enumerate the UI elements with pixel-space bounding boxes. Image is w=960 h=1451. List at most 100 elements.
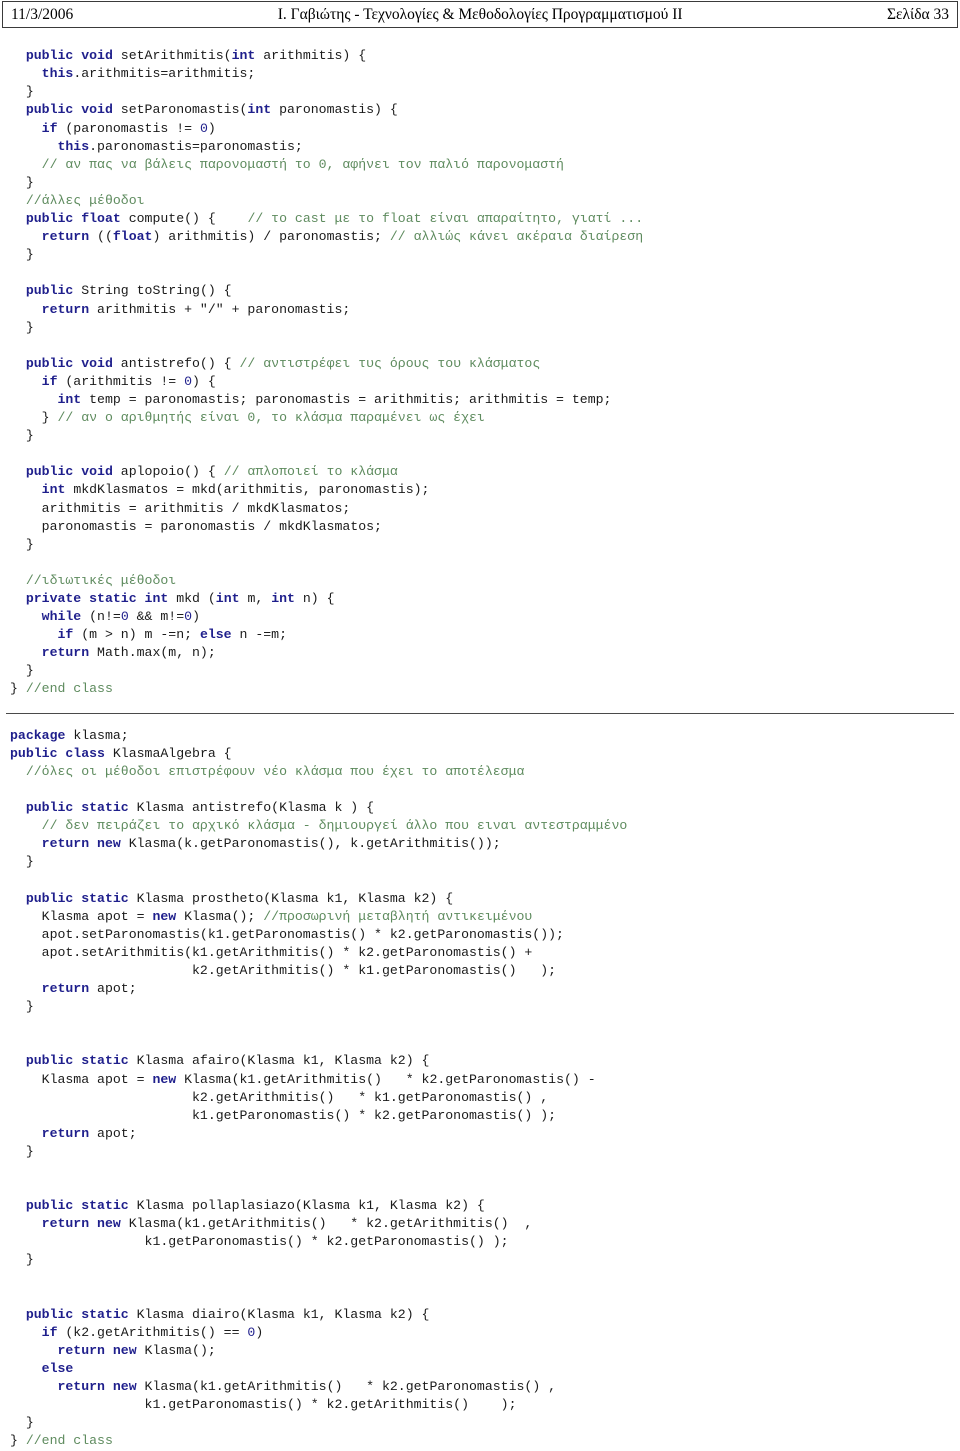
code-token-kw: return bbox=[41, 1125, 90, 1141]
code-token-pl: } bbox=[10, 1415, 34, 1431]
code-line: } bbox=[10, 246, 960, 264]
code-line: if (paronomastis != 0) bbox=[10, 120, 960, 138]
code-line: } //end class bbox=[10, 680, 960, 698]
code-token-cm: //ιδιωτικές μέθοδοι bbox=[25, 572, 177, 588]
code-token-pl: Klasma apot = bbox=[10, 908, 153, 924]
code-token-pl: antistrefo() { bbox=[120, 355, 240, 371]
code-token-cm: // δεν πειράζει το αρχικό κλάσμα - δημιο… bbox=[41, 818, 628, 834]
code-token-pl: Klasma pollaplasiazo(Klasma k1, Klasma k… bbox=[136, 1198, 485, 1214]
header-title: Ι. Γαβιώτης - Τεχνολογίες & Μεθοδολογίες… bbox=[277, 5, 683, 23]
block-separator bbox=[6, 712, 954, 714]
code-token-kw: public void bbox=[25, 102, 121, 118]
code-token-pl: apot.setParonomastis(k1.getParonomastis(… bbox=[10, 926, 564, 942]
code-line: k2.getArithmitis() * k1.getParonomastis(… bbox=[10, 1089, 960, 1107]
code-token-kw: int bbox=[41, 482, 66, 498]
code-line: } //end class bbox=[10, 1432, 960, 1450]
code-token-pl: setArithmitis( bbox=[120, 48, 232, 64]
code-token-pl: } bbox=[10, 1433, 26, 1449]
code-block-klasma-algebra: package klasma; public class KlasmaAlgebr… bbox=[0, 727, 960, 1451]
code-line: apot.setParonomastis(k1.getParonomastis(… bbox=[10, 926, 960, 944]
code-line: int mkdKlasmatos = mkd(arithmitis, paron… bbox=[10, 481, 960, 499]
code-line: if (k2.getArithmitis() == 0) bbox=[10, 1324, 960, 1342]
code-token-pl: } bbox=[10, 1252, 34, 1268]
code-token-pl: n -=m; bbox=[231, 627, 288, 643]
code-line: paronomastis = paronomastis / mkdKlasmat… bbox=[10, 518, 960, 536]
code-line: return Math.max(m, n); bbox=[10, 644, 960, 662]
code-line: k1.getParonomastis() * k2.getParonomasti… bbox=[10, 1233, 960, 1251]
code-line: public static Klasma afairo(Klasma k1, K… bbox=[10, 1052, 960, 1070]
code-token-pl: (m > n) m -=n; bbox=[73, 627, 200, 643]
code-token-cm: //end class bbox=[25, 1433, 113, 1449]
code-token-kw: public static bbox=[25, 1053, 137, 1069]
code-token-pl: Klasma antistrefo(Klasma k ) { bbox=[136, 800, 375, 816]
code-token-pl: Klasma apot = bbox=[10, 1071, 153, 1087]
code-line: package klasma; bbox=[10, 727, 960, 745]
code-token-cm: // αν ο αριθμητής είναι 0, το κλάσμα παρ… bbox=[57, 410, 485, 426]
code-token-pl: Klasma(k.getParonomastis(), k.getArithmi… bbox=[128, 836, 501, 852]
code-token-kw: return bbox=[41, 645, 90, 661]
code-line: } bbox=[10, 319, 960, 337]
code-token-pl: } bbox=[10, 536, 34, 552]
code-token-num: 0 bbox=[120, 609, 129, 625]
code-token-kw: int bbox=[231, 48, 256, 64]
code-line: return apot; bbox=[10, 980, 960, 998]
code-token-pl: Klasma afairo(Klasma k1, Klasma k2) { bbox=[136, 1053, 430, 1069]
code-token-kw: public static bbox=[25, 1198, 137, 1214]
code-token-pl: aplopoio() { bbox=[120, 464, 224, 480]
code-token-cm: //όλες οι μέθοδοι επιστρέφουν νέο κλάσμα… bbox=[25, 763, 525, 779]
code-token-kw: return new bbox=[57, 1379, 145, 1395]
code-line: public static Klasma diairo(Klasma k1, K… bbox=[10, 1306, 960, 1324]
code-token-pl: String toString() { bbox=[81, 283, 232, 299]
code-token-pl: apot.setArithmitis(k1.getArithmitis() * … bbox=[10, 944, 533, 960]
code-token-kw: public void bbox=[25, 48, 121, 64]
code-token-pl: Klasma(); bbox=[144, 1342, 216, 1358]
code-line: public String toString() { bbox=[10, 282, 960, 300]
document-page: 11/3/2006 Ι. Γαβιώτης - Τεχνολογίες & Με… bbox=[0, 1, 960, 1448]
code-token-pl: temp = paronomastis; paronomastis = arit… bbox=[81, 391, 612, 407]
code-token-pl: (( bbox=[89, 229, 113, 245]
code-line: Klasma apot = new Klasma(); //προσωρινή … bbox=[10, 908, 960, 926]
code-token-cm: // αν πας να βάλεις παρονομαστή το 0, αφ… bbox=[41, 156, 564, 172]
code-token-pl: k2.getArithmitis() * k1.getParonomastis(… bbox=[10, 1089, 549, 1105]
code-block-klasma-methods: public void setArithmitis(int arithmitis… bbox=[0, 47, 960, 698]
code-token-kw: public bbox=[25, 283, 82, 299]
code-line: } bbox=[10, 174, 960, 192]
code-token-kw: while bbox=[41, 609, 82, 625]
code-line: public void setParonomastis(int paronoma… bbox=[10, 101, 960, 119]
code-line: public static Klasma prostheto(Klasma k1… bbox=[10, 890, 960, 908]
code-line: Klasma apot = new Klasma(k1.getArithmiti… bbox=[10, 1071, 960, 1089]
code-line: return new Klasma(k1.getArithmitis() * k… bbox=[10, 1378, 960, 1396]
code-token-pl: klasma; bbox=[65, 727, 129, 743]
code-line: return new Klasma(k.getParonomastis(), k… bbox=[10, 835, 960, 853]
code-token-kw: return bbox=[41, 981, 90, 997]
code-token-pl: ) bbox=[192, 609, 200, 625]
code-line: public static Klasma antistrefo(Klasma k… bbox=[10, 799, 960, 817]
code-token-pl: setParonomastis( bbox=[120, 102, 248, 118]
code-token-kw: public static bbox=[25, 890, 137, 906]
code-token-pl: ) { bbox=[192, 373, 216, 389]
code-token-pl: Klasma(k1.getArithmitis() * k2.getArithm… bbox=[128, 1216, 533, 1232]
code-line: apot.setArithmitis(k1.getArithmitis() * … bbox=[10, 944, 960, 962]
code-token-pl: Klasma diairo(Klasma k1, Klasma k2) { bbox=[136, 1306, 430, 1322]
